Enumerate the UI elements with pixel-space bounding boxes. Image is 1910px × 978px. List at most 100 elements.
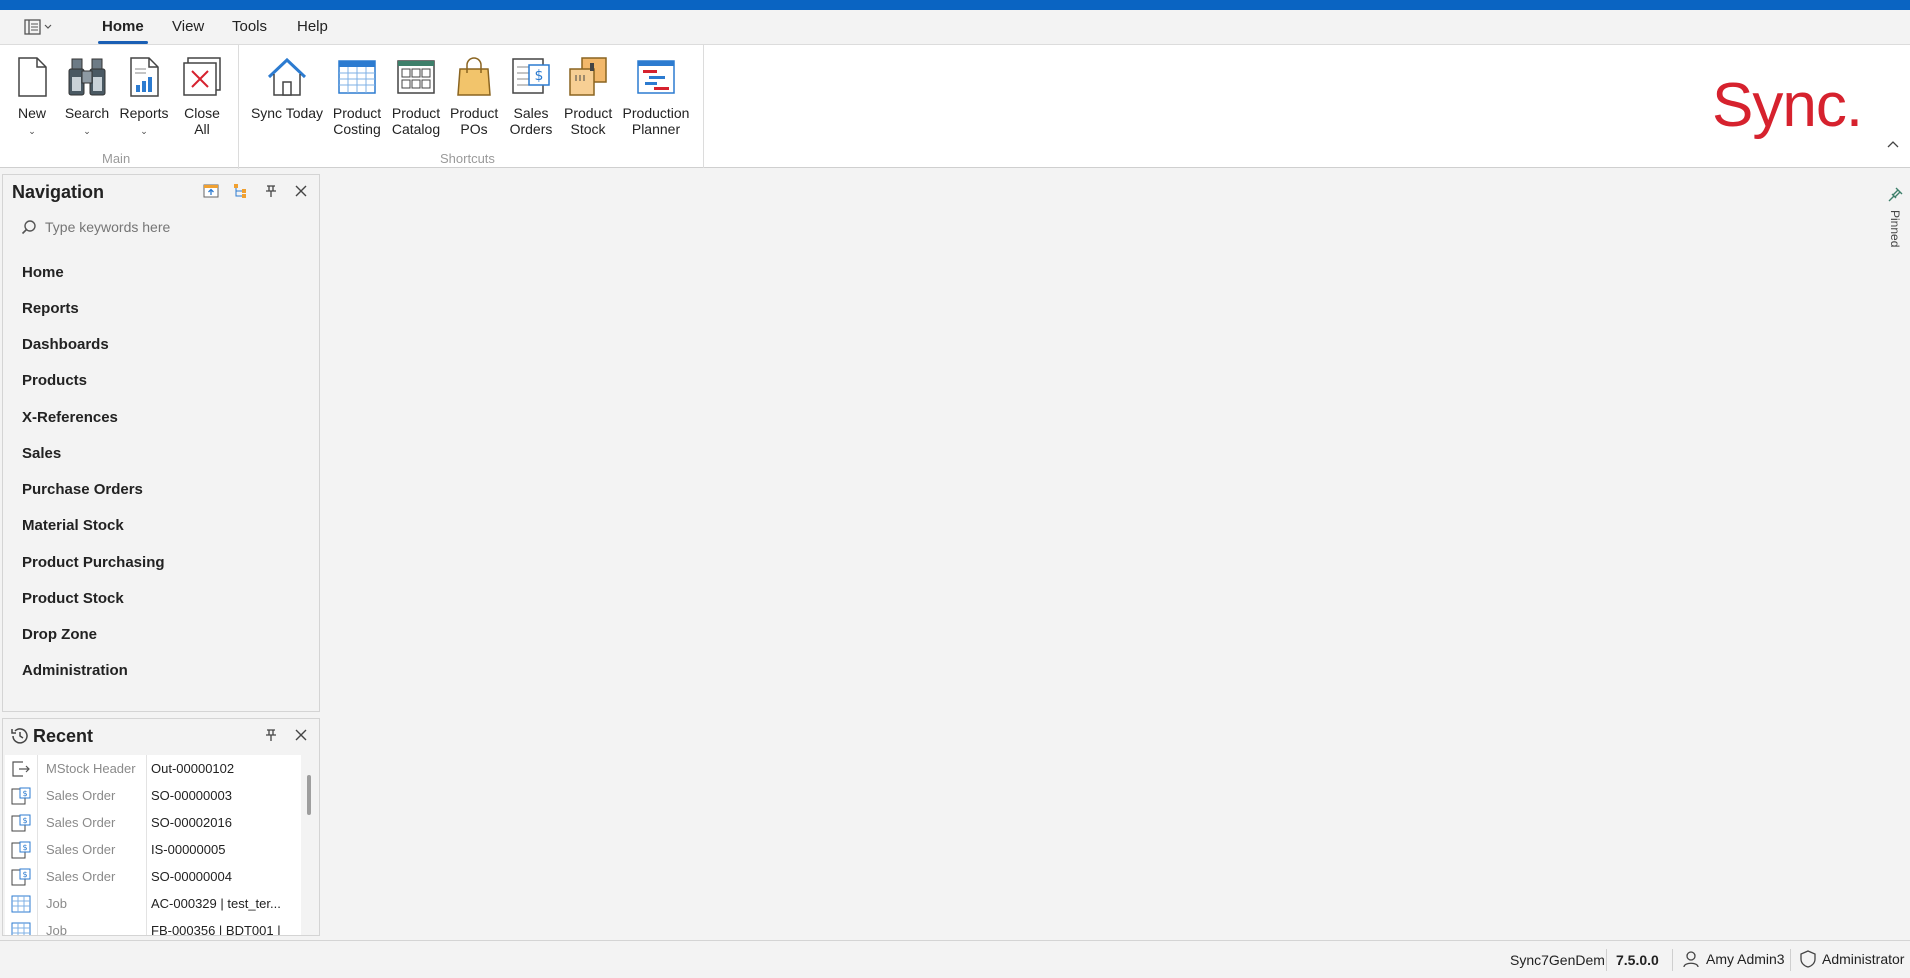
- sales-orders-label-1: Sales: [513, 105, 549, 121]
- report-chart-icon: [130, 57, 159, 97]
- house-icon: [267, 57, 307, 96]
- status-role-name: Administrator: [1822, 951, 1905, 967]
- product-costing-label-2: Costing: [333, 121, 381, 137]
- navigation-panel: Navigation Type keywords here Home Repor…: [2, 174, 320, 712]
- ribbon-separator: [703, 45, 704, 169]
- navigation-search: [21, 219, 295, 235]
- nav-item-product-stock[interactable]: Product Stock: [22, 590, 124, 607]
- sales-order-icon: $: [11, 868, 31, 886]
- sync-today-button-label: Sync Today: [250, 105, 324, 121]
- product-stock-label-2: Stock: [570, 121, 606, 137]
- recent-row-type: MStock Header: [37, 755, 147, 782]
- recent-scrollbar[interactable]: [307, 775, 311, 815]
- nav-item-drop-zone[interactable]: Drop Zone: [22, 626, 97, 643]
- search-button[interactable]: Search ⌄: [62, 55, 112, 139]
- product-catalog-label-2: Catalog: [391, 121, 441, 137]
- tab-home[interactable]: Home: [98, 17, 148, 44]
- nav-item-purchase-orders[interactable]: Purchase Orders: [22, 481, 143, 498]
- chevron-down-icon: ⌄: [140, 126, 148, 136]
- history-icon: [11, 728, 28, 744]
- close-icon: [295, 185, 307, 197]
- nav-item-x-references[interactable]: X-References: [22, 409, 118, 426]
- tree-structure-icon: [234, 184, 246, 198]
- tab-tools[interactable]: Tools: [232, 17, 267, 39]
- tab-help[interactable]: Help: [297, 17, 328, 39]
- recent-row-type: Sales Order: [37, 863, 147, 890]
- nav-item-reports[interactable]: Reports: [22, 300, 79, 317]
- recent-row[interactable]: $ Sales Order IS-00000005: [5, 836, 301, 863]
- product-pos-button[interactable]: Product POs: [450, 55, 498, 137]
- workspace-area: [322, 168, 1882, 938]
- recent-pin-button[interactable]: [261, 725, 281, 745]
- svg-text:$: $: [22, 870, 27, 879]
- production-planner-button[interactable]: Production Planner: [620, 55, 692, 137]
- navigation-search-input[interactable]: [45, 219, 295, 235]
- recent-panel: Recent MStock Header Out-00000102 $ Sale…: [2, 718, 320, 936]
- sync-logo: Sync.: [1712, 71, 1863, 140]
- recent-row-type: Sales Order: [37, 836, 147, 863]
- sales-orders-button[interactable]: $ Sales Orders: [508, 55, 554, 137]
- status-bar: Sync7GenDem 7.5.0.0 Amy Admin3 Administr…: [0, 940, 1910, 978]
- sales-order-icon: $: [11, 814, 31, 832]
- product-stock-button[interactable]: Product Stock: [564, 55, 612, 137]
- nav-item-products[interactable]: Products: [22, 372, 87, 389]
- nav-item-material-stock[interactable]: Material Stock: [22, 517, 124, 534]
- shield-icon: [1800, 950, 1816, 968]
- close-all-button-label-1: Close: [184, 105, 220, 121]
- sync-today-button[interactable]: Sync Today: [250, 55, 324, 121]
- recent-close-button[interactable]: [291, 725, 311, 745]
- close-icon: [295, 729, 307, 741]
- recent-row[interactable]: Job FB-000356 | BDT001 |: [5, 917, 301, 935]
- navigation-close-button[interactable]: [291, 181, 311, 201]
- search-icon: [21, 220, 36, 235]
- new-button[interactable]: New ⌄: [10, 55, 54, 139]
- sales-order-icon: $: [11, 787, 31, 805]
- recent-row[interactable]: $ Sales Order SO-00000004: [5, 863, 301, 890]
- status-user-name: Amy Admin3: [1706, 951, 1785, 967]
- pin-icon: [266, 729, 276, 741]
- reports-button[interactable]: Reports ⌄: [118, 55, 170, 139]
- nav-item-administration[interactable]: Administration: [22, 662, 128, 679]
- tab-view[interactable]: View: [172, 17, 204, 39]
- expand-all-button[interactable]: [201, 181, 221, 201]
- chevron-down-icon: ⌄: [28, 126, 36, 136]
- navigation-pin-button[interactable]: [261, 181, 281, 201]
- nav-item-sales[interactable]: Sales: [22, 445, 61, 462]
- recent-row-type: Sales Order: [37, 809, 147, 836]
- planner-gantt-icon: [637, 60, 675, 94]
- nav-item-home[interactable]: Home: [22, 264, 64, 281]
- product-costing-button[interactable]: Product Costing: [332, 55, 382, 137]
- product-catalog-button[interactable]: Product Catalog: [390, 55, 442, 137]
- pin-icon: [1888, 187, 1903, 202]
- status-user[interactable]: Amy Admin3: [1682, 950, 1785, 968]
- svg-text:$: $: [22, 843, 27, 852]
- recent-row-value: IS-00000005: [151, 842, 226, 857]
- recent-row-type: Sales Order: [37, 782, 147, 809]
- pinned-label: Pinned: [1888, 210, 1902, 248]
- recent-row[interactable]: $ Sales Order SO-00002016: [5, 809, 301, 836]
- production-planner-label-2: Planner: [631, 121, 681, 137]
- recent-row-type: Job: [37, 890, 147, 917]
- costing-grid-icon: [338, 60, 376, 94]
- chevron-down-icon: [44, 24, 52, 29]
- app-menu-button[interactable]: [24, 17, 52, 37]
- recent-row[interactable]: MStock Header Out-00000102: [5, 755, 301, 782]
- nav-item-product-purchasing[interactable]: Product Purchasing: [22, 554, 165, 571]
- recent-row[interactable]: Job AC-000329 | test_ter...: [5, 890, 301, 917]
- job-icon: [11, 895, 31, 913]
- close-all-button[interactable]: Close All: [178, 55, 226, 137]
- title-accent-bar: [0, 0, 1910, 10]
- close-all-icon: [183, 57, 221, 96]
- sales-orders-label-2: Orders: [509, 121, 553, 137]
- chevron-up-icon: [1887, 141, 1899, 148]
- recent-row[interactable]: $ Sales Order SO-00000003: [5, 782, 301, 809]
- nav-item-dashboards[interactable]: Dashboards: [22, 336, 109, 353]
- navigation-title: Navigation: [12, 182, 105, 202]
- product-stock-label-1: Product: [564, 105, 613, 121]
- svg-text:$: $: [22, 816, 27, 825]
- status-separator: [1672, 949, 1673, 971]
- collapse-ribbon-button[interactable]: [1886, 137, 1900, 152]
- app-menu-icon: [24, 19, 41, 35]
- tree-view-button[interactable]: [231, 181, 251, 201]
- pin-icon: [266, 185, 276, 197]
